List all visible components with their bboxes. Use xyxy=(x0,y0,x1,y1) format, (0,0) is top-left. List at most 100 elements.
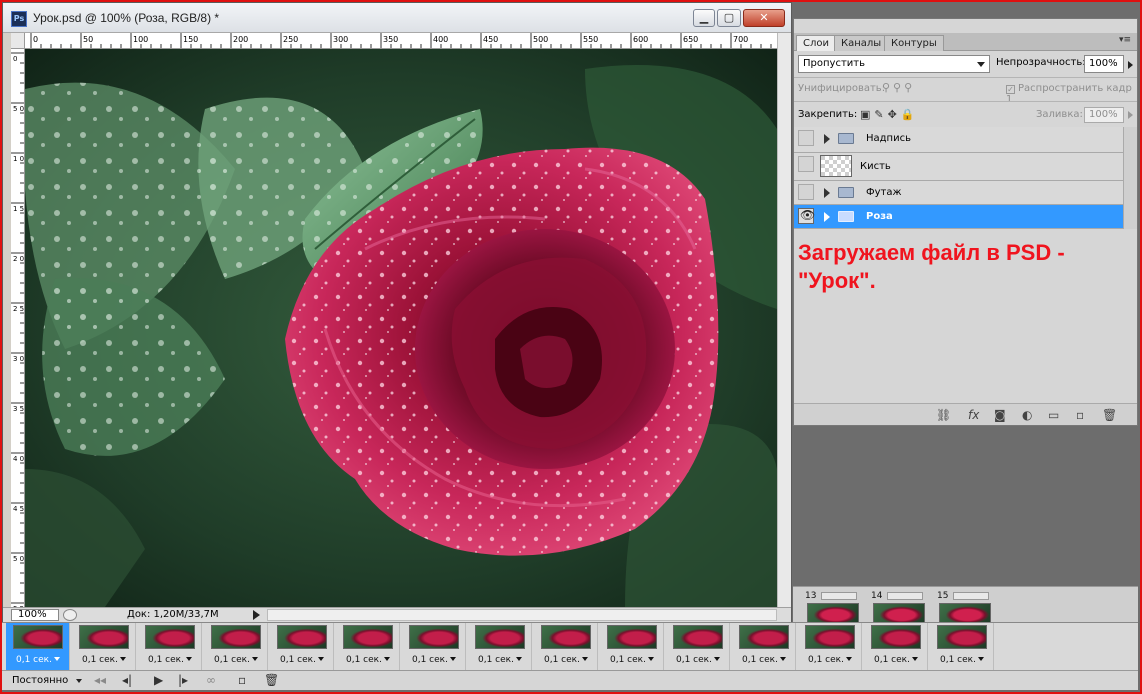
layer-list-scrollbar[interactable] xyxy=(1123,127,1137,229)
frame-13[interactable]: 0,1 сек. xyxy=(798,623,862,671)
frame-delay[interactable]: 0,1 сек. xyxy=(610,655,654,665)
loop-options-select[interactable]: Постоянно xyxy=(8,674,86,689)
horizontal-ruler[interactable]: 0 50 100 150 200 250 300 350 400 450 500 550 600 650 7… xyxy=(25,33,777,49)
frame-13[interactable]: 13 xyxy=(801,589,865,625)
tab-layers[interactable]: Слои xyxy=(796,35,836,51)
expand-arrow-icon[interactable] xyxy=(824,212,830,222)
frame-delay[interactable]: 0,1 сек. xyxy=(676,655,720,665)
document-window: Ps Урок.psd @ 100% (Роза, RGB/8) * ▁ ▢ ✕… xyxy=(2,2,792,622)
frame-12[interactable]: 0,1 сек. xyxy=(732,623,796,671)
fill-slider-arrow-icon[interactable] xyxy=(1128,111,1133,119)
frame-delay[interactable]: 0,1 сек. xyxy=(808,655,852,665)
frame-delay-label: 0,1 сек. xyxy=(412,655,448,665)
expand-arrow-icon[interactable] xyxy=(824,134,830,144)
image-canvas[interactable] xyxy=(25,49,777,607)
frame-delay[interactable]: 0,1 сек. xyxy=(214,655,258,665)
frame-1[interactable]: 0,1 сек. xyxy=(6,623,70,671)
frame-delay[interactable]: 0,1 сек. xyxy=(742,655,786,665)
frame-14[interactable]: 0,1 сек. xyxy=(864,623,928,671)
ruler-label: 300 xyxy=(333,35,348,44)
ruler-label: 2 5 0 xyxy=(13,305,25,313)
frame-thumbnail xyxy=(343,625,393,649)
frame-11[interactable]: 0,1 сек. xyxy=(666,623,730,671)
visibility-toggle[interactable] xyxy=(798,130,814,146)
loop-option-value: Постоянно xyxy=(12,675,69,686)
layer-row-futazh[interactable]: Футаж xyxy=(794,181,1123,205)
first-frame-icon[interactable]: ◂◂ xyxy=(94,673,106,687)
tab-channels[interactable]: Каналы xyxy=(834,35,889,51)
lock-icons[interactable]: ▣✎✥🔒 xyxy=(860,108,919,121)
frame-delay[interactable]: 0,1 сек. xyxy=(874,655,918,665)
duplicate-frame-icon[interactable]: ▫ xyxy=(238,673,246,687)
fx-icon[interactable]: fx xyxy=(968,408,979,422)
frame-delay[interactable]: 0,1 сек. xyxy=(544,655,588,665)
previous-frame-icon[interactable]: ◂| xyxy=(122,673,132,687)
photoshop-icon: Ps xyxy=(11,11,27,27)
frame-delay[interactable]: 0,1 сек. xyxy=(148,655,192,665)
visibility-toggle[interactable] xyxy=(798,156,814,172)
frame-delay[interactable]: 0,1 сек. xyxy=(940,655,984,665)
visibility-toggle[interactable]: 👁 xyxy=(798,208,815,224)
frame-delay[interactable]: 0,1 сек. xyxy=(16,655,60,665)
horizontal-scrollbar[interactable] xyxy=(267,609,777,621)
frame-10[interactable]: 0,1 сек. xyxy=(600,623,664,671)
expand-arrow-icon[interactable] xyxy=(824,188,830,198)
frame-6[interactable]: 0,1 сек. xyxy=(336,623,400,671)
layer-mask-icon[interactable]: ◙ xyxy=(994,408,1006,422)
frame-15[interactable]: 0,1 сек. xyxy=(930,623,994,671)
ruler-label: 1 0 0 xyxy=(13,155,25,163)
tween-icon[interactable]: ∞ xyxy=(206,673,216,687)
ruler-label: 700 xyxy=(733,35,748,44)
frame-14[interactable]: 14 xyxy=(867,589,931,625)
layer-row-nadpis[interactable]: Надпись xyxy=(794,127,1123,153)
frame-2[interactable]: 0,1 сек. xyxy=(72,623,136,671)
minimize-button[interactable]: ▁ xyxy=(693,9,715,27)
ruler-origin[interactable] xyxy=(11,33,25,49)
layer-row-kist[interactable]: Кисть xyxy=(794,153,1123,181)
new-group-icon[interactable]: ▭ xyxy=(1048,408,1059,422)
adjustment-layer-icon[interactable]: ◐ xyxy=(1022,408,1032,422)
trash-icon[interactable]: 🗑 xyxy=(1102,408,1117,422)
layer-row-roza[interactable]: 👁 Роза xyxy=(794,205,1123,229)
ruler-label: 250 xyxy=(283,35,298,44)
maximize-button[interactable]: ▢ xyxy=(717,9,741,27)
link-layers-icon[interactable]: ⛓ xyxy=(936,408,951,422)
frame-3[interactable]: 0,1 сек. xyxy=(138,623,202,671)
new-layer-icon[interactable]: ▫ xyxy=(1076,408,1084,422)
zoom-reset-icon[interactable] xyxy=(63,609,77,621)
checkbox-icon[interactable]: ✓ xyxy=(1006,85,1015,94)
frame-8[interactable]: 0,1 сек. xyxy=(468,623,532,671)
zoom-field[interactable]: 100% xyxy=(11,609,59,621)
ruler-label: 200 xyxy=(233,35,248,44)
fill-input[interactable]: 100% xyxy=(1084,107,1124,123)
blend-mode-select[interactable]: Пропустить xyxy=(798,55,990,73)
chevron-down-icon xyxy=(383,657,390,661)
frame-delay[interactable]: 0,1 сек. xyxy=(82,655,126,665)
opacity-input[interactable]: 100% xyxy=(1084,55,1124,73)
visibility-toggle[interactable] xyxy=(798,184,814,200)
frame-9[interactable]: 0,1 сек. xyxy=(534,623,598,671)
document-titlebar[interactable]: Ps Урок.psd @ 100% (Роза, RGB/8) * ▁ ▢ ✕ xyxy=(3,3,791,33)
frame-7[interactable]: 0,1 сек. xyxy=(402,623,466,671)
layer-name: Роза xyxy=(866,211,893,222)
vertical-ruler[interactable]: 0 5 0 1 0 0 1 5 0 2 0 0 2 5 0 3 0 0 3 5 0 4 0 0 4… xyxy=(11,49,25,607)
frame-4[interactable]: 0,1 сек. xyxy=(204,623,268,671)
frame-15[interactable]: 15 xyxy=(933,589,997,625)
vertical-scrollbar[interactable] xyxy=(777,33,791,607)
unify-icons[interactable]: ⚲⚲⚲ xyxy=(882,81,915,94)
frame-delay[interactable]: 0,1 сек. xyxy=(346,655,390,665)
status-menu-arrow-icon[interactable] xyxy=(253,610,260,620)
frame-delay[interactable]: 0,1 сек. xyxy=(280,655,324,665)
play-icon[interactable]: ▶ xyxy=(154,673,163,687)
trash-icon[interactable]: 🗑 xyxy=(264,673,279,687)
frame-delay[interactable]: 0,1 сек. xyxy=(478,655,522,665)
panel-menu-icon[interactable]: ▾≡ xyxy=(1119,35,1131,45)
frame-5[interactable]: 0,1 сек. xyxy=(270,623,334,671)
frame-delay[interactable]: 0,1 сек. xyxy=(412,655,456,665)
layer-name: Надпись xyxy=(866,133,911,144)
opacity-slider-arrow-icon[interactable] xyxy=(1128,61,1133,69)
tab-paths[interactable]: Контуры xyxy=(884,35,944,51)
chevron-down-icon xyxy=(76,679,82,683)
close-button[interactable]: ✕ xyxy=(743,9,785,27)
next-frame-icon[interactable]: |▸ xyxy=(178,673,188,687)
